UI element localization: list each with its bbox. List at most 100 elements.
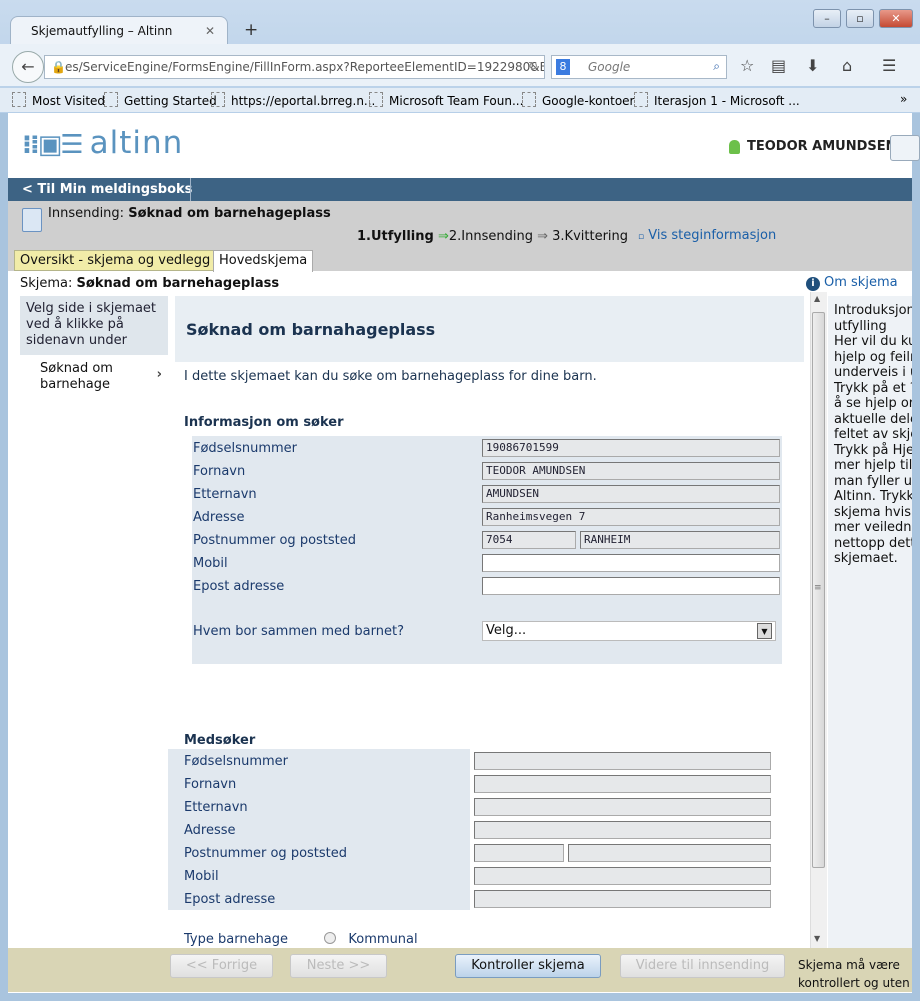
browser-tab[interactable]: Skjemautfylling – Altinn ✕ <box>10 16 228 46</box>
download-icon[interactable]: ⬇ <box>806 56 819 75</box>
previous-button[interactable]: << Forrige <box>170 954 273 978</box>
lock-icon: 🔒 <box>51 60 66 74</box>
search-input[interactable]: Google ⌕ <box>551 55 727 79</box>
back-to-inbox-link[interactable]: < Til Min meldingsboks <box>22 182 192 197</box>
reload-icon[interactable]: ↻ <box>528 59 538 73</box>
bookmark-most-visited[interactable]: Most Visited <box>12 92 105 108</box>
etternavn-field[interactable]: AMUNDSEN <box>482 485 780 503</box>
label-co-epost: Epost adresse <box>184 892 276 907</box>
help-line: skjemaet. <box>834 551 898 566</box>
label-type-barnehage: Type barnehage <box>184 932 289 947</box>
user-icon <box>729 140 740 154</box>
co-fornavn-field[interactable] <box>474 775 771 793</box>
altinn-logo[interactable]: ⁝⁞▣☰ altinn <box>22 125 183 161</box>
radio-kommunal[interactable]: Kommunal <box>324 932 418 947</box>
co-etternavn-field[interactable] <box>474 798 771 816</box>
help-line: Trykk på Hje <box>834 442 912 458</box>
label-mobil: Mobil <box>193 556 228 571</box>
co-mobil-field[interactable] <box>474 867 771 885</box>
continue-to-submission-button[interactable]: Videre til innsending <box>620 954 785 978</box>
help-line: man fyller ut <box>834 473 912 489</box>
validate-form-button[interactable]: Kontroller skjema <box>455 954 601 978</box>
altinn-logo-mark: ⁝⁞▣☰ <box>22 130 84 160</box>
help-line: hjelp og feiln <box>834 349 912 365</box>
back-icon[interactable]: ← <box>12 51 44 83</box>
help-line: Altinn. Trykk <box>834 489 912 504</box>
poststed-field[interactable]: RANHEIM <box>580 531 780 549</box>
co-epost-field[interactable] <box>474 890 771 908</box>
postnummer-field[interactable]: 7054 <box>482 531 576 549</box>
close-window-icon[interactable]: ✕ <box>879 9 913 28</box>
tab-title: Skjemautfylling – Altinn <box>31 24 173 38</box>
mobil-input[interactable] <box>482 554 780 572</box>
chevron-right-icon: › <box>156 367 162 382</box>
label-co-mobil: Mobil <box>184 869 219 884</box>
help-line: underveis i u <box>834 365 912 380</box>
google-icon[interactable]: 8 <box>556 59 570 75</box>
schema-title: Skjema: Søknad om barnehageplass <box>20 276 280 291</box>
label-postnummer: Postnummer og poststed <box>193 533 357 548</box>
new-tab-icon[interactable]: + <box>244 20 258 40</box>
logout-button[interactable] <box>890 135 920 161</box>
search-placeholder: Google <box>588 60 631 74</box>
epost-input[interactable] <box>482 577 780 595</box>
co-poststed-field[interactable] <box>568 844 771 862</box>
bookmark-star-icon[interactable]: ☆ <box>740 56 754 75</box>
label-household: Hvem bor sammen med barnet? <box>193 624 404 639</box>
label-co-postnummer: Postnummer og poststed <box>184 846 348 861</box>
about-schema-link[interactable]: i Om skjema <box>806 275 898 291</box>
menu-icon[interactable]: ☰ <box>882 56 896 75</box>
bookmark-eportal[interactable]: https://eportal.brreg.n... <box>211 92 375 108</box>
help-line: utfylling <box>834 318 887 334</box>
minimize-icon[interactable]: – <box>813 9 841 28</box>
step-1: 1.Utfylling <box>357 229 434 244</box>
help-line: feltet av skje <box>834 427 912 442</box>
fodselsnummer-field[interactable]: 19086701599 <box>482 439 780 457</box>
help-line: skjema hvis <box>834 504 911 520</box>
applicant-section-title: Informasjon om søker <box>184 415 344 430</box>
home-icon[interactable]: ⌂ <box>842 56 852 75</box>
url-bar[interactable]: 🔒 es/ServiceEngine/FormsEngine/FillInForm… <box>44 55 545 79</box>
help-line: Trykk på et ? <box>834 380 912 396</box>
label-fodselsnummer: Fødselsnummer <box>193 441 297 456</box>
household-value: Velg... <box>486 623 527 638</box>
chevron-left-icon: < <box>22 182 38 197</box>
bookmark-getting-started[interactable]: Getting Started <box>104 92 217 108</box>
step-3: 3.Kvittering <box>552 229 629 244</box>
reading-list-icon[interactable]: ▤ <box>771 56 786 75</box>
bookmark-google-kontoer[interactable]: Google-kontoer <box>522 92 634 108</box>
form-intro: I dette skjemaet kan du søke om barnehag… <box>184 369 597 384</box>
adresse-field[interactable]: Ranheimsvegen 7 <box>482 508 780 526</box>
label-fornavn: Fornavn <box>193 464 246 479</box>
tab-main-form[interactable]: Hovedskjema <box>213 250 314 272</box>
help-line: Introduksjon <box>834 303 912 318</box>
co-fodselsnummer-field[interactable] <box>474 752 771 770</box>
footer-note: Skjema må være kontrollert og uten f <box>798 958 910 990</box>
tab-overview[interactable]: Oversikt - skjema og vedlegg <box>14 250 217 271</box>
label-co-fodselsnummer: Fødselsnummer <box>184 754 288 769</box>
submission-title: Innsending: Søknad om barnehageplass <box>48 206 331 221</box>
fornavn-field[interactable]: TEODOR AMUNDSEN <box>482 462 780 480</box>
info-icon: i <box>806 277 820 291</box>
back-link-label: Til Min meldingsboks <box>37 182 193 197</box>
grip-icon: ≡ <box>814 583 822 593</box>
search-icon[interactable]: ⌕ <box>713 59 720 74</box>
sidebar-item-label: Søknad om barnehage <box>40 361 113 392</box>
sidebar-item-soknad[interactable]: Søknad om barnehage › <box>20 355 168 399</box>
bookmark-iterasjon[interactable]: Iterasjon 1 - Microsoft ... <box>634 92 800 108</box>
more-bookmarks-icon[interactable]: » <box>900 92 907 106</box>
bookmark-microsoft-team[interactable]: Microsoft Team Foun... <box>369 92 523 108</box>
scroll-thumb[interactable]: ≡ <box>812 312 825 868</box>
household-select[interactable]: Velg... ▼ <box>482 621 776 641</box>
dropdown-arrow-icon: ▼ <box>757 623 772 639</box>
step-2: 2.Innsending <box>448 229 533 244</box>
co-adresse-field[interactable] <box>474 821 771 839</box>
co-postnummer-field[interactable] <box>474 844 564 862</box>
close-tab-icon[interactable]: ✕ <box>205 24 215 38</box>
maximize-icon[interactable]: ▫ <box>846 9 874 28</box>
scroll-up-icon: ▲ <box>814 294 821 303</box>
step-info-link[interactable]: ▫ Vis steginformasjon <box>638 228 776 243</box>
sidebar-hint: Velg side i skjemaet ved å klikke på sid… <box>26 301 157 348</box>
label-epost: Epost adresse <box>193 579 285 594</box>
next-button[interactable]: Neste >> <box>290 954 387 978</box>
